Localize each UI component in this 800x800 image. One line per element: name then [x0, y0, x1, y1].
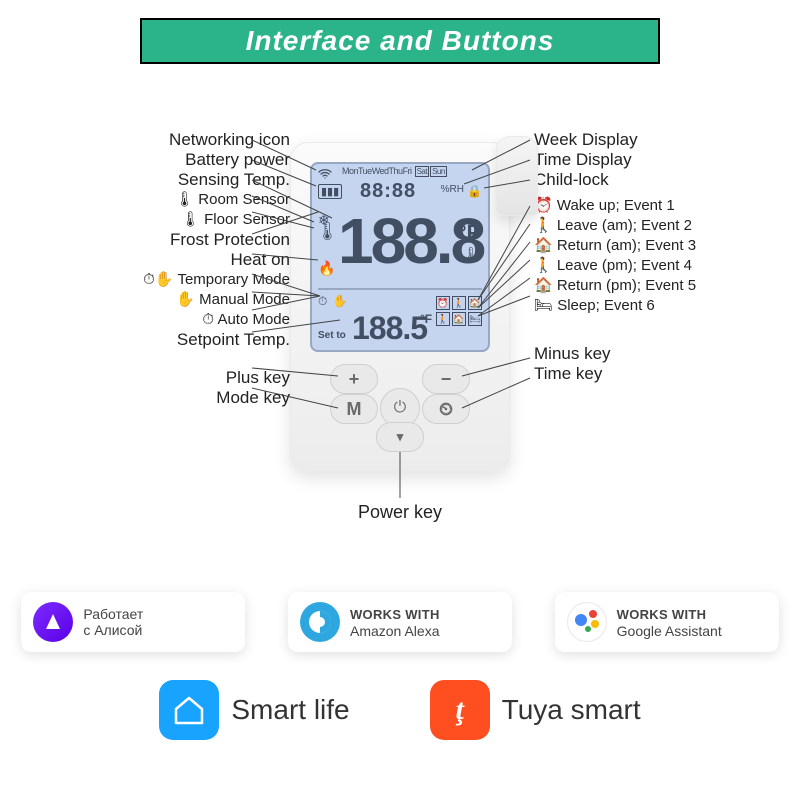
label-heat-on: Heat on [46, 250, 290, 270]
callouts-right: Week Display Time Display Child-lock ⏰ W… [534, 130, 784, 384]
label-manual-mode: ✋ Manual Mode [46, 290, 290, 310]
unit-f: °F [458, 220, 480, 246]
time-button[interactable]: ⏲ [422, 394, 470, 424]
label-event-5: 🏠 Return (pm); Event 5 [534, 276, 784, 296]
lock-icon: 🔒 [467, 184, 482, 198]
label-event-4: 🚶 Leave (pm); Event 4 [534, 256, 784, 276]
wifi-icon [318, 168, 332, 182]
callouts-left: Networking icon Battery power Sensing Te… [46, 130, 290, 408]
label-room-sensor: 🌡 Room Sensor [46, 190, 290, 210]
set-temp: 188.5 [352, 310, 427, 347]
label-event-1: ⏰ Wake up; Event 1 [534, 196, 784, 216]
minus-button[interactable]: − [422, 364, 470, 394]
badge-alexa: WORKS WITHAmazon Alexa [288, 592, 512, 652]
alexa-icon [300, 602, 340, 642]
label-event-6: 🛏 Sleep; Event 6 [534, 296, 784, 316]
keypad: + − M ⏲ ⏻ ▾ [334, 366, 466, 448]
label-sensing-temp: Sensing Temp. [46, 170, 290, 190]
set-to-label: Set to [318, 330, 346, 341]
label-auto-mode: ⏱ Auto Mode [46, 310, 290, 330]
badge-alexa-text: WORKS WITHAmazon Alexa [350, 606, 440, 639]
smartlife-icon [159, 680, 219, 740]
plus-button[interactable]: + [330, 364, 378, 394]
label-time: Time Display [534, 150, 784, 170]
google-assistant-icon [567, 602, 607, 642]
label-setpoint: Setpoint Temp. [46, 330, 290, 350]
title-bar: Interface and Buttons [140, 18, 660, 64]
event-icon-2: 🚶 [452, 296, 466, 310]
label-minus-key: Minus key [534, 344, 784, 364]
lcd-screen: MonTueWedThuFri SatSun ▮▮▮ 88:88 %RH 🔒 ❄… [310, 162, 490, 352]
smartlife-label: Smart life [231, 694, 349, 726]
label-time-key: Time key [534, 364, 784, 384]
diagram-stage: Networking icon Battery power Sensing Te… [0, 100, 800, 570]
tuya-icon: ţ [430, 680, 490, 740]
set-unit: °F [420, 312, 432, 326]
apps-row: Smart life ţ Tuya smart [0, 680, 800, 740]
assistant-badges: Работаетс Алисой WORKS WITHAmazon Alexa … [0, 592, 800, 652]
label-power-key: Power key [0, 502, 800, 523]
mode-button[interactable]: M [330, 394, 378, 424]
event-icon-1: ⏰ [436, 296, 450, 310]
event-icon-3: 🏠 [468, 296, 482, 310]
label-event-3: 🏠 Return (am); Event 3 [534, 236, 784, 256]
label-mode-key: Mode key [46, 388, 290, 408]
rh-label: %RH [441, 184, 464, 195]
mode-icons: ⏱ ✋ [318, 294, 349, 309]
badge-alisa: Работаетс Алисой [21, 592, 245, 652]
tuya-label: Tuya smart [502, 694, 641, 726]
label-battery: Battery power [46, 150, 290, 170]
thermometer-icon: 🌡 [316, 222, 339, 240]
sensor-unit-icon: 🌡 [462, 246, 480, 263]
app-smartlife: Smart life [159, 680, 349, 740]
badge-google-text: WORKS WITHGoogle Assistant [617, 606, 722, 639]
label-floor-sensor: 🌡 Floor Sensor [46, 210, 290, 230]
label-childlock: Child-lock [534, 170, 784, 190]
label-event-2: 🚶 Leave (am); Event 2 [534, 216, 784, 236]
title-text: Interface and Buttons [246, 25, 555, 57]
down-button[interactable]: ▾ [376, 422, 424, 452]
label-week: Week Display [534, 130, 784, 150]
label-plus-key: Plus key [46, 368, 290, 388]
battery-icon: ▮▮▮ [318, 184, 342, 199]
label-frost: Frost Protection [46, 230, 290, 250]
flame-icon: 🔥 [318, 260, 335, 277]
thermostat-device: MonTueWedThuFri SatSun ▮▮▮ 88:88 %RH 🔒 ❄… [290, 142, 510, 472]
event-icon-4: 🚶 [436, 312, 450, 326]
event-icon-6: 🛏 [468, 312, 482, 326]
app-tuya: ţ Tuya smart [430, 680, 641, 740]
alisa-icon [33, 602, 73, 642]
label-temporary-mode: ⏱✋ Temporary Mode [46, 270, 290, 290]
weekday-row: MonTueWedThuFri SatSun [342, 166, 447, 177]
badge-google: WORKS WITHGoogle Assistant [555, 592, 779, 652]
lcd-divider [318, 288, 482, 290]
badge-alisa-text: Работаетс Алисой [83, 606, 143, 638]
event-grid: ⏰ 🚶 🏠 🚶 🏠 🛏 [436, 296, 484, 326]
label-networking: Networking icon [46, 130, 290, 150]
event-icon-5: 🏠 [452, 312, 466, 326]
time-digits: 88:88 [360, 180, 416, 203]
